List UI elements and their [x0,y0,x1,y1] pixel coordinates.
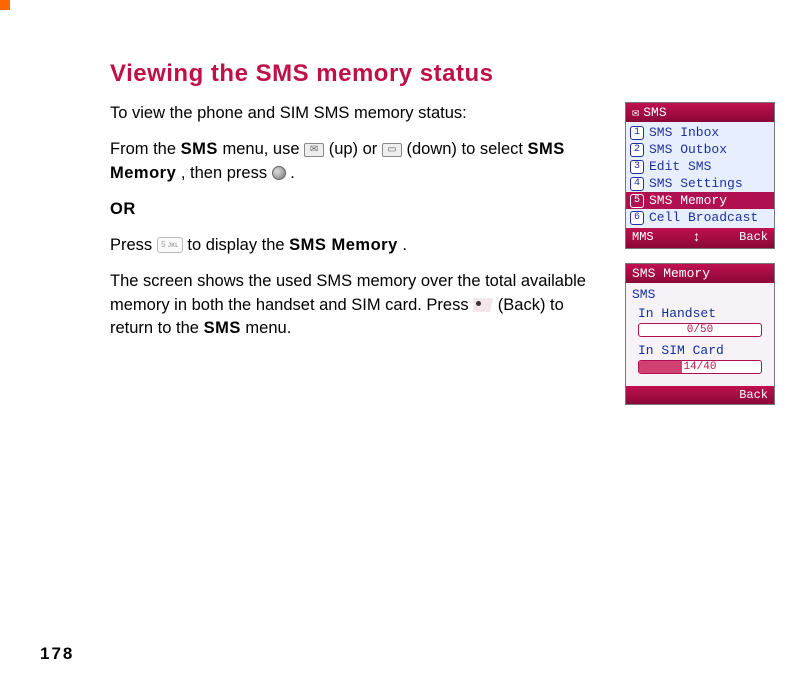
up-key-icon: ✉ [304,143,324,157]
step-para-2: Press 5 ᴊᴋʟ to display the SMS Memory . [110,234,607,258]
softkey-right[interactable]: Back [739,388,768,402]
softkey-mid-icon[interactable]: ↕ [692,230,700,246]
text: From the [110,140,181,158]
five-key-icon: 5 ᴊᴋʟ [157,237,183,253]
intro-para: To view the phone and SIM SMS memory sta… [110,102,607,126]
sms-term: SMS [181,140,218,158]
page-marker [0,0,10,10]
phone-menu-item[interactable]: 4 SMS Settings [626,175,774,192]
text-column: To view the phone and SIM SMS memory sta… [110,102,607,353]
menu-item-number: 1 [630,126,644,140]
menu-item-label: Edit SMS [649,159,711,174]
phone-screenshot-sms-memory: SMS Memory SMS In Handset 0/50 In SIM Ca… [625,263,775,405]
text: menu. [245,319,291,337]
section-heading: Viewing the SMS memory status [110,60,775,88]
softkey-right[interactable]: Back [739,230,768,246]
menu-item-number: 4 [630,177,644,191]
phone-title: SMS [643,105,666,120]
menu-item-number: 2 [630,143,644,157]
or-text: OR [110,200,136,218]
phone-menu-item[interactable]: 2 SMS Outbox [626,141,774,158]
envelope-icon: ✉ [632,105,639,120]
phone-menu-item[interactable]: 6 Cell Broadcast [626,209,774,226]
sms-term: SMS [204,319,241,337]
text: . [290,164,295,182]
phone-softkeys: Back [626,386,774,404]
page-number: 178 [40,644,74,664]
handset-bar-value: 0/50 [639,324,761,336]
menu-item-number: 6 [630,211,644,225]
phone-softkeys: MMS ↕ Back [626,228,774,248]
handset-bar: 0/50 [638,323,762,337]
down-key-icon: ▭ [382,143,402,157]
phone-titlebar: SMS Memory [626,264,774,283]
sms-memory-term: SMS Memory [289,236,398,254]
phone-screenshot-sms-menu: ✉ SMS 1 SMS Inbox 2 SMS Outbox 3 Edit SMS 4 SMS… [625,102,775,249]
text: (down) to select [406,140,527,158]
right-softkey-icon [473,298,493,312]
sim-bar-value: 14/40 [639,361,761,373]
phone-menu-list: 1 SMS Inbox 2 SMS Outbox 3 Edit SMS 4 SMS Setti… [626,122,774,228]
or-label: OR [110,198,607,222]
menu-item-label: SMS Settings [649,176,743,191]
sim-bar: 14/40 [638,360,762,374]
menu-item-number: 3 [630,160,644,174]
result-para: The screen shows the used SMS memory ove… [110,270,607,342]
handset-label: In Handset [638,306,768,321]
text: Press [110,236,157,254]
text: . [402,236,407,254]
phone-menu-item[interactable]: 5 SMS Memory [626,192,774,209]
text: , then press [181,164,272,182]
menu-item-label: SMS Memory [649,193,727,208]
text: to display the [187,236,289,254]
text: menu, use [222,140,304,158]
memory-subhead: SMS [632,287,768,302]
softkey-left[interactable]: MMS [632,230,654,246]
phone-menu-item[interactable]: 1 SMS Inbox [626,124,774,141]
menu-item-label: SMS Inbox [649,125,719,140]
step-para-1: From the SMS menu, use ✉ (up) or ▭ (down… [110,138,607,186]
sim-label: In SIM Card [638,343,768,358]
ok-key-icon [272,166,286,180]
menu-item-label: Cell Broadcast [649,210,758,225]
phone-menu-item[interactable]: 3 Edit SMS [626,158,774,175]
text: (up) or [329,140,382,158]
menu-item-number: 5 [630,194,644,208]
menu-item-label: SMS Outbox [649,142,727,157]
phone-titlebar: ✉ SMS [626,103,774,122]
